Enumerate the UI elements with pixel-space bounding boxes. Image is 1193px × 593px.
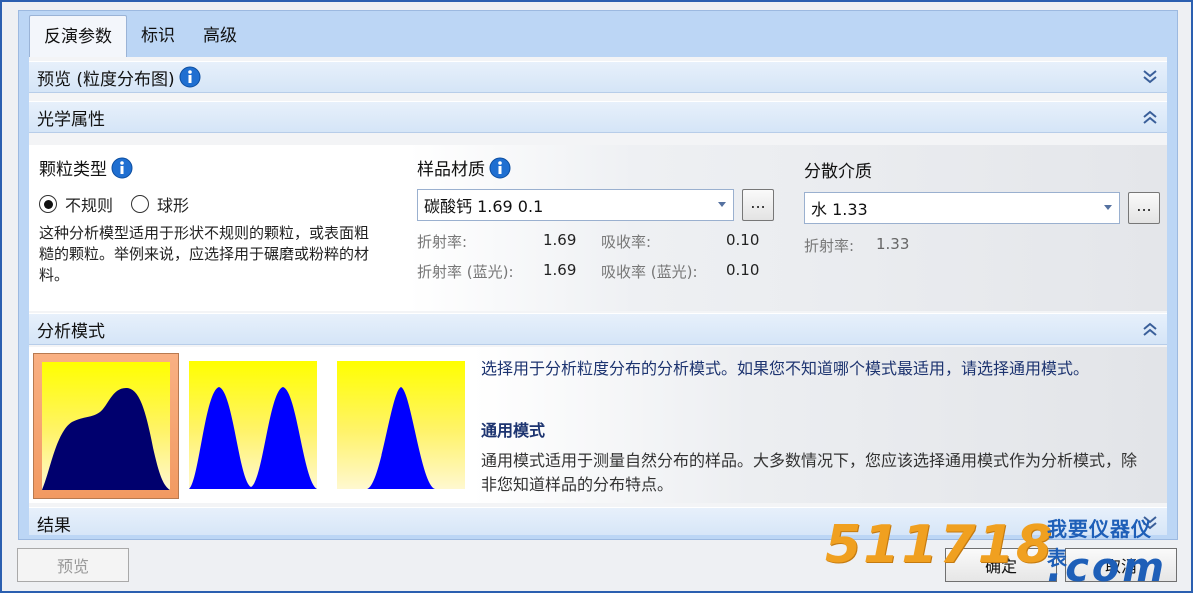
sample-ri-value: 1.69 <box>543 231 577 249</box>
general-mode-icon <box>42 362 170 490</box>
sample-abs-blue-value: 0.10 <box>726 261 760 279</box>
tab-content: 预览 (粒度分布图) 光学属性 颗粒类型 不规则 球形 这种分析模型适用于形状不… <box>29 57 1167 535</box>
dispersant-ri-label: 折射率: <box>804 237 855 255</box>
section-results-title: 结果 <box>37 515 71 536</box>
analysis-mode-title: 通用模式 <box>481 421 546 440</box>
sample-ri-blue-label: 折射率 (蓝光): <box>417 263 514 281</box>
section-preview-header[interactable]: 预览 (粒度分布图) <box>29 61 1167 93</box>
sample-ri-label: 折射率: <box>417 233 468 251</box>
dispersant-more-button[interactable]: ... <box>1128 192 1160 224</box>
sample-material-select[interactable]: 碳酸钙 1.69 0.1 <box>417 189 734 221</box>
watermark-logo: 511718 我要仪器仪表 .com <box>825 515 1170 591</box>
mode-narrow-thumb[interactable] <box>329 353 475 499</box>
mode-multimodal-thumb[interactable] <box>181 353 327 499</box>
info-icon[interactable] <box>179 66 201 88</box>
multimodal-mode-icon <box>189 361 317 489</box>
particle-type-title: 颗粒类型 <box>39 155 133 180</box>
chevron-double-down-icon[interactable] <box>1141 68 1159 86</box>
sample-abs-label: 吸收率: <box>601 233 652 251</box>
sample-material-more-button[interactable]: ... <box>742 189 774 221</box>
chevron-double-up-icon[interactable] <box>1141 320 1159 338</box>
analysis-mode-intro: 选择用于分析粒度分布的分析模式。如果您不知道哪个模式最适用，请选择通用模式。 <box>481 359 1090 378</box>
section-analysis-title: 分析模式 <box>37 321 105 342</box>
sample-abs-blue-label: 吸收率 (蓝光): <box>601 263 698 281</box>
section-optical-header[interactable]: 光学属性 <box>29 101 1167 133</box>
tab-identification[interactable]: 标识 <box>127 15 189 57</box>
sample-ri-blue-value: 1.69 <box>543 261 577 279</box>
dropdown-arrow-icon <box>1104 205 1112 210</box>
radio-spherical-label: 球形 <box>157 196 190 215</box>
dispersant-select[interactable]: 水 1.33 <box>804 192 1120 224</box>
dispersant-title: 分散介质 <box>804 162 872 182</box>
preview-button[interactable]: 预览 <box>17 548 129 582</box>
radio-spherical[interactable] <box>131 195 150 213</box>
section-analysis-header[interactable]: 分析模式 <box>29 313 1167 345</box>
particle-type-radios: 不规则 球形 <box>39 192 189 216</box>
dropdown-arrow-icon <box>718 202 726 207</box>
mode-general-thumb[interactable] <box>33 353 179 499</box>
info-icon[interactable] <box>111 157 133 179</box>
section-optical-title: 光学属性 <box>37 109 105 130</box>
single-narrow-mode-icon <box>337 361 465 489</box>
tab-advanced[interactable]: 高级 <box>189 15 251 57</box>
optical-properties-panel: 颗粒类型 不规则 球形 这种分析模型适用于形状不规则的颗粒，或表面粗糙的颗粒。举… <box>29 145 1167 311</box>
section-preview-title: 预览 (粒度分布图) <box>37 69 175 90</box>
watermark-number: 511718 <box>825 515 1055 575</box>
sample-material-title: 样品材质 <box>417 155 511 180</box>
analysis-mode-panel: 选择用于分析粒度分布的分析模式。如果您不知道哪个模式最适用，请选择通用模式。 通… <box>29 347 1167 503</box>
tab-strip: 反演参数 标识 高级 <box>29 15 251 57</box>
chevron-double-up-icon[interactable] <box>1141 108 1159 126</box>
tab-control: 反演参数 标识 高级 预览 (粒度分布图) 光学属性 颗粒类型 不规则 球形 这… <box>18 10 1178 540</box>
tab-inversion-params[interactable]: 反演参数 <box>29 15 127 57</box>
info-icon[interactable] <box>489 157 511 179</box>
radio-irregular[interactable] <box>39 195 57 213</box>
sample-abs-value: 0.10 <box>726 231 760 249</box>
dispersant-ri-value: 1.33 <box>876 235 910 253</box>
analysis-mode-description: 通用模式适用于测量自然分布的样品。大多数情况下，您应该选择通用模式作为分析模式，… <box>481 451 1138 494</box>
radio-irregular-label: 不规则 <box>65 196 114 215</box>
particle-type-description: 这种分析模型适用于形状不规则的颗粒，或表面粗糙的颗粒。举例来说，应选择用于碾磨或… <box>39 224 370 284</box>
watermark-domain: .com <box>1047 545 1168 591</box>
